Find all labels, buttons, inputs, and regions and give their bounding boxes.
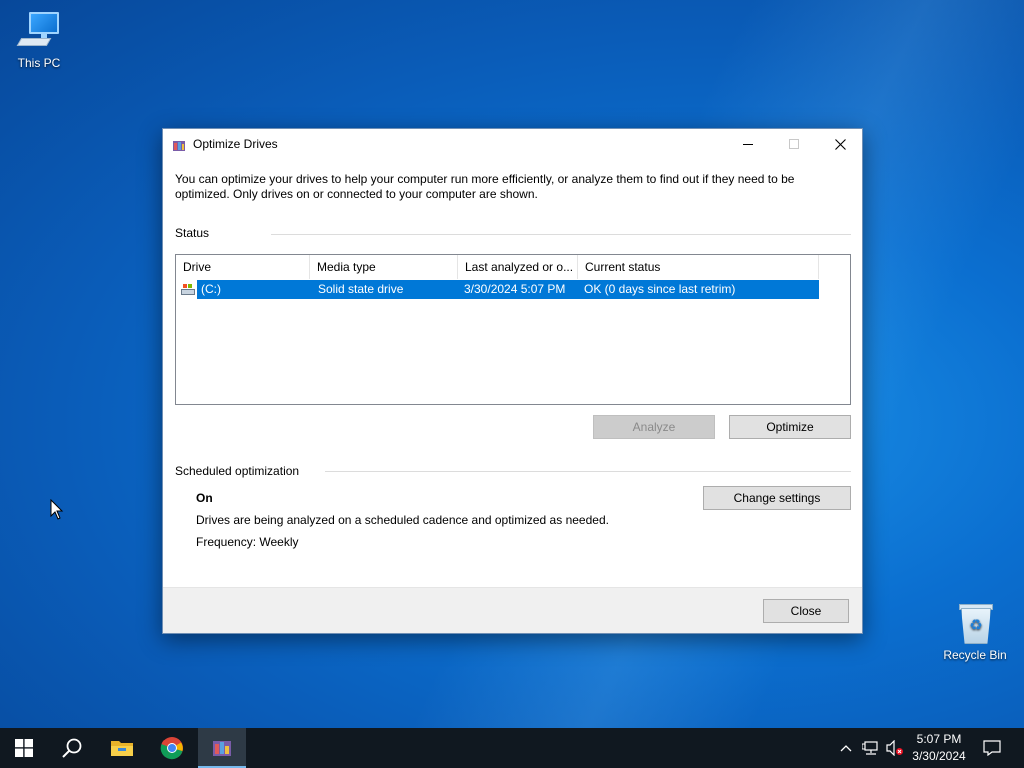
dialog-footer: [163, 587, 862, 633]
table-row[interactable]: (C:) Solid state drive 3/30/2024 5:07 PM…: [197, 280, 819, 299]
schedule-frequency: Frequency: Weekly: [196, 535, 299, 549]
taskbar: 5:07 PM 3/30/2024: [0, 728, 1024, 768]
schedule-description: Drives are being analyzed on a scheduled…: [196, 513, 609, 527]
start-button[interactable]: [0, 728, 48, 768]
file-explorer-icon: [111, 741, 133, 756]
cell-last-analyzed: 3/30/2024 5:07 PM: [464, 282, 566, 296]
chevron-up-icon: [840, 745, 852, 752]
status-divider: [271, 234, 851, 235]
window-title: Optimize Drives: [193, 137, 278, 151]
column-header-current-status[interactable]: Current status: [578, 255, 819, 279]
cell-drive: (C:): [201, 282, 221, 296]
close-window-button[interactable]: [817, 129, 863, 159]
optimize-drives-icon: [213, 741, 231, 756]
title-bar[interactable]: Optimize Drives: [163, 129, 862, 159]
minimize-button[interactable]: [725, 129, 771, 159]
optimize-drives-window: Optimize Drives You can optimize your dr…: [162, 128, 863, 634]
column-header-last-analyzed[interactable]: Last analyzed or o...: [458, 255, 578, 279]
list-header: Drive Media type Last analyzed or o... C…: [176, 255, 850, 279]
cell-media-type: Solid state drive: [318, 282, 404, 296]
status-group-label: Status: [175, 226, 210, 240]
close-icon: [834, 138, 846, 150]
maximize-button: [771, 129, 817, 159]
minimize-icon: [743, 143, 753, 145]
desktop-icon-recycle-bin[interactable]: ♻ Recycle Bin: [937, 602, 1013, 662]
close-button[interactable]: Close: [763, 599, 849, 623]
drive-icon: [181, 284, 195, 295]
column-header-drive[interactable]: Drive: [176, 255, 310, 279]
desktop-icon-this-pc[interactable]: This PC: [1, 10, 77, 70]
computer-icon: [16, 10, 61, 54]
clock-time: 5:07 PM: [916, 732, 962, 746]
optimize-button[interactable]: Optimize: [729, 415, 851, 439]
cell-current-status: OK (0 days since last retrim): [584, 282, 736, 296]
intro-text: You can optimize your drives to help you…: [175, 172, 795, 201]
analyze-button: Analyze: [593, 415, 715, 439]
optimize-drives-icon: [173, 141, 185, 151]
taskbar-clock[interactable]: 5:07 PM 3/30/2024: [906, 731, 972, 765]
change-settings-button[interactable]: Change settings: [703, 486, 851, 510]
desktop-icon-label: This PC: [17, 56, 61, 70]
network-button[interactable]: [860, 728, 882, 768]
chrome-icon: [160, 737, 183, 760]
taskbar-chrome[interactable]: [148, 728, 196, 768]
network-icon: [862, 741, 878, 755]
schedule-state: On: [196, 491, 213, 505]
mouse-cursor-icon: [50, 499, 64, 520]
scheduled-group-label: Scheduled optimization: [175, 464, 300, 478]
recycle-bin-icon: ♻: [953, 602, 997, 646]
column-header-media-type[interactable]: Media type: [310, 255, 458, 279]
show-hidden-icons-button[interactable]: [836, 728, 856, 768]
action-center-button[interactable]: [978, 728, 1006, 768]
drive-list[interactable]: Drive Media type Last analyzed or o... C…: [175, 254, 851, 405]
taskbar-optimize-drives[interactable]: [198, 728, 246, 768]
maximize-icon: [789, 139, 799, 149]
start-icon: [15, 739, 33, 757]
volume-button[interactable]: [884, 728, 906, 768]
volume-muted-icon: [886, 740, 903, 756]
taskbar-file-explorer[interactable]: [98, 728, 146, 768]
desktop-icon-label: Recycle Bin: [943, 648, 1007, 662]
search-button[interactable]: [48, 728, 96, 768]
clock-date: 3/30/2024: [912, 749, 966, 763]
scheduled-divider: [325, 471, 851, 472]
search-icon: [62, 738, 82, 758]
notification-icon: [983, 740, 1001, 756]
